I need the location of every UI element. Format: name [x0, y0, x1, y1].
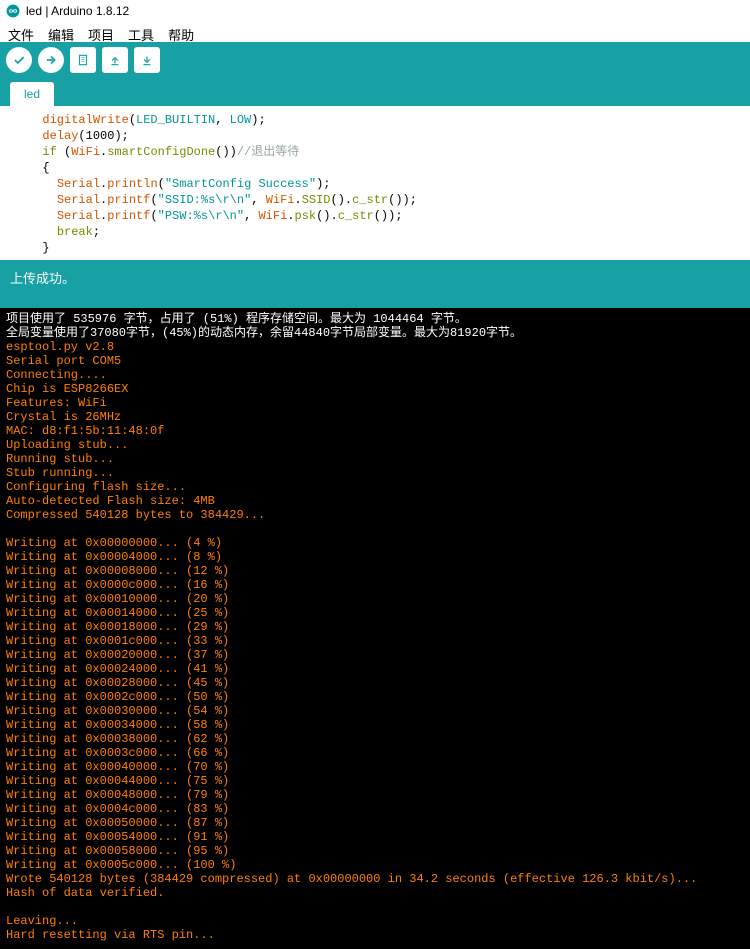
titlebar: led | Arduino 1.8.12 — [0, 0, 750, 22]
window-title: led | Arduino 1.8.12 — [26, 4, 129, 18]
file-icon — [76, 53, 90, 67]
tabbar: led — [0, 78, 750, 106]
code-editor[interactable]: digitalWrite(LED_BUILTIN, LOW); delay(10… — [0, 106, 750, 260]
tab-led[interactable]: led — [10, 82, 54, 106]
open-button[interactable] — [102, 47, 128, 73]
menu-edit[interactable]: 编辑 — [48, 25, 74, 39]
arrow-up-icon — [108, 53, 122, 67]
verify-button[interactable] — [6, 47, 32, 73]
check-icon — [12, 53, 26, 67]
status-message: 上传成功。 — [10, 271, 75, 286]
toolbar — [0, 42, 750, 78]
menu-project[interactable]: 项目 — [88, 25, 114, 39]
arrow-down-icon — [140, 53, 154, 67]
save-button[interactable] — [134, 47, 160, 73]
arrow-right-icon — [44, 53, 58, 67]
menu-file[interactable]: 文件 — [8, 25, 34, 39]
status-bar: 上传成功。 — [0, 260, 750, 308]
new-button[interactable] — [70, 47, 96, 73]
arduino-logo-icon — [6, 4, 20, 18]
menu-tools[interactable]: 工具 — [128, 25, 154, 39]
upload-button[interactable] — [38, 47, 64, 73]
console-output[interactable]: 项目使用了 535976 字节，占用了 (51%) 程序存储空间。最大为 104… — [0, 308, 750, 949]
menu-help[interactable]: 帮助 — [168, 25, 194, 39]
menubar: 文件 编辑 项目 工具 帮助 — [0, 22, 750, 42]
